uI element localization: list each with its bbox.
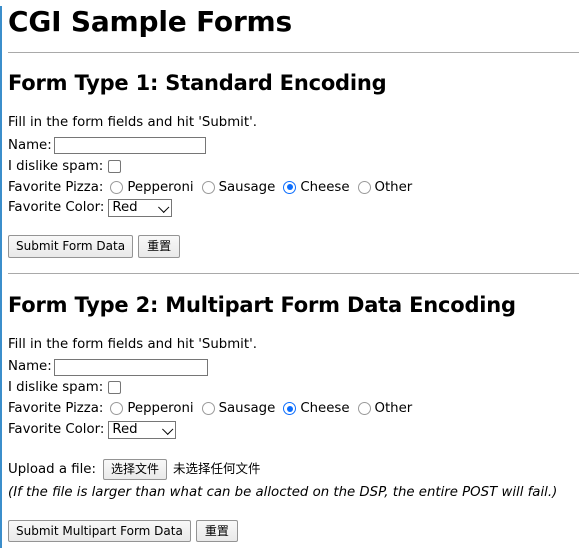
form1-submit-button[interactable]: Submit Form Data	[8, 235, 134, 258]
form1-heading: Form Type 1: Standard Encoding	[8, 71, 387, 96]
form2-pizza-label-sausage: Sausage	[218, 400, 276, 416]
form1-pizza-option-sausage[interactable]: Sausage	[201, 178, 276, 198]
divider-top	[8, 52, 579, 54]
form1-pizza-option-other[interactable]: Other	[357, 178, 413, 198]
divider-middle	[8, 272, 579, 274]
form2-pizza-label-other: Other	[374, 400, 413, 416]
form2-intro: Fill in the form fields and hit 'Submit'…	[8, 336, 257, 352]
form1-pizza-option-cheese[interactable]: Cheese	[283, 178, 350, 198]
form1-intro: Fill in the form fields and hit 'Submit'…	[8, 115, 257, 131]
form2-file-status: 未选择任何文件	[172, 461, 261, 477]
form2-spam-label: I dislike spam:	[8, 379, 104, 395]
form1-spam-checkbox[interactable]	[108, 160, 122, 174]
form1-color-select[interactable]: Red	[108, 199, 173, 218]
form2-color-label: Favorite Color:	[8, 421, 105, 437]
form1-color-value: Red	[112, 200, 138, 216]
form2-size-note: (If the file is larger than what can be …	[8, 485, 558, 501]
form2-name-label: Name:	[8, 359, 52, 375]
form1-pizza-label-pepperoni: Pepperoni	[127, 179, 194, 195]
radio-icon[interactable]	[201, 180, 215, 194]
form2-name-input[interactable]	[53, 358, 208, 376]
form2-pizza-row: Favorite Pizza: Pepperoni Sausage Cheese…	[8, 399, 579, 419]
form2-pizza-label: Favorite Pizza:	[8, 400, 104, 416]
form1-color-row: Favorite Color: Red	[8, 198, 579, 218]
form1-name-input[interactable]	[53, 137, 206, 155]
form2-reset-button[interactable]: 重置	[195, 519, 238, 542]
page-root: CGI Sample Forms Form Type 1: Standard E…	[0, 5, 587, 548]
radio-icon[interactable]	[110, 180, 124, 194]
form-standard-encoding: Form Type 1: Standard Encoding Fill in t…	[8, 71, 579, 258]
form2-submit-button[interactable]: Submit Multipart Form Data	[8, 519, 191, 542]
form2-pizza-option-sausage[interactable]: Sausage	[201, 399, 276, 419]
form2-upload-label: Upload a file:	[8, 461, 96, 477]
form2-pizza-option-cheese[interactable]: Cheese	[283, 399, 350, 419]
form1-spam-label: I dislike spam:	[8, 158, 104, 174]
form1-name-label: Name:	[8, 137, 52, 153]
form2-color-select[interactable]: Red	[108, 420, 177, 439]
form2-pizza-label-pepperoni: Pepperoni	[127, 400, 194, 416]
form1-spam-row: I dislike spam:	[8, 157, 579, 177]
radio-checked-icon[interactable]	[283, 402, 297, 416]
radio-checked-icon[interactable]	[283, 180, 297, 194]
form2-spam-checkbox[interactable]	[108, 381, 122, 395]
form2-name-row: Name:	[8, 357, 579, 377]
form1-pizza-radio-group: Pepperoni Sausage Cheese Other	[105, 178, 412, 198]
chevron-down-icon	[162, 423, 174, 435]
form1-color-label: Favorite Color:	[8, 200, 105, 216]
radio-icon[interactable]	[201, 402, 215, 416]
form2-heading: Form Type 2: Multipart Form Data Encodin…	[8, 292, 516, 317]
form1-pizza-row: Favorite Pizza: Pepperoni Sausage Cheese…	[8, 178, 579, 198]
form2-choose-file-button[interactable]: 选择文件	[102, 458, 167, 481]
page-title: CGI Sample Forms	[8, 5, 292, 38]
form1-button-row: Submit Form Data 重置	[8, 235, 579, 258]
form1-pizza-option-pepperoni[interactable]: Pepperoni	[110, 178, 194, 198]
form1-pizza-label-cheese: Cheese	[300, 179, 350, 195]
form2-pizza-option-other[interactable]: Other	[357, 399, 413, 419]
form1-pizza-label-other: Other	[374, 179, 413, 195]
form2-button-row: Submit Multipart Form Data 重置	[8, 519, 579, 542]
form2-upload-row: Upload a file: 选择文件 未选择任何文件	[8, 458, 579, 481]
chevron-down-icon	[158, 202, 170, 214]
form2-pizza-label-cheese: Cheese	[300, 400, 350, 416]
form1-reset-button[interactable]: 重置	[138, 235, 181, 258]
form2-pizza-radio-group: Pepperoni Sausage Cheese Other	[105, 399, 412, 419]
form2-color-row: Favorite Color: Red	[8, 420, 579, 440]
form1-pizza-label-sausage: Sausage	[218, 179, 276, 195]
form2-spam-row: I dislike spam:	[8, 378, 579, 398]
form1-pizza-label: Favorite Pizza:	[8, 179, 104, 195]
radio-icon[interactable]	[110, 402, 124, 416]
radio-icon[interactable]	[357, 180, 371, 194]
form2-pizza-option-pepperoni[interactable]: Pepperoni	[110, 399, 194, 419]
form1-name-row: Name:	[8, 136, 579, 156]
form2-color-value: Red	[112, 421, 138, 437]
form-multipart-encoding: Form Type 2: Multipart Form Data Encodin…	[8, 293, 579, 542]
radio-icon[interactable]	[357, 402, 371, 416]
